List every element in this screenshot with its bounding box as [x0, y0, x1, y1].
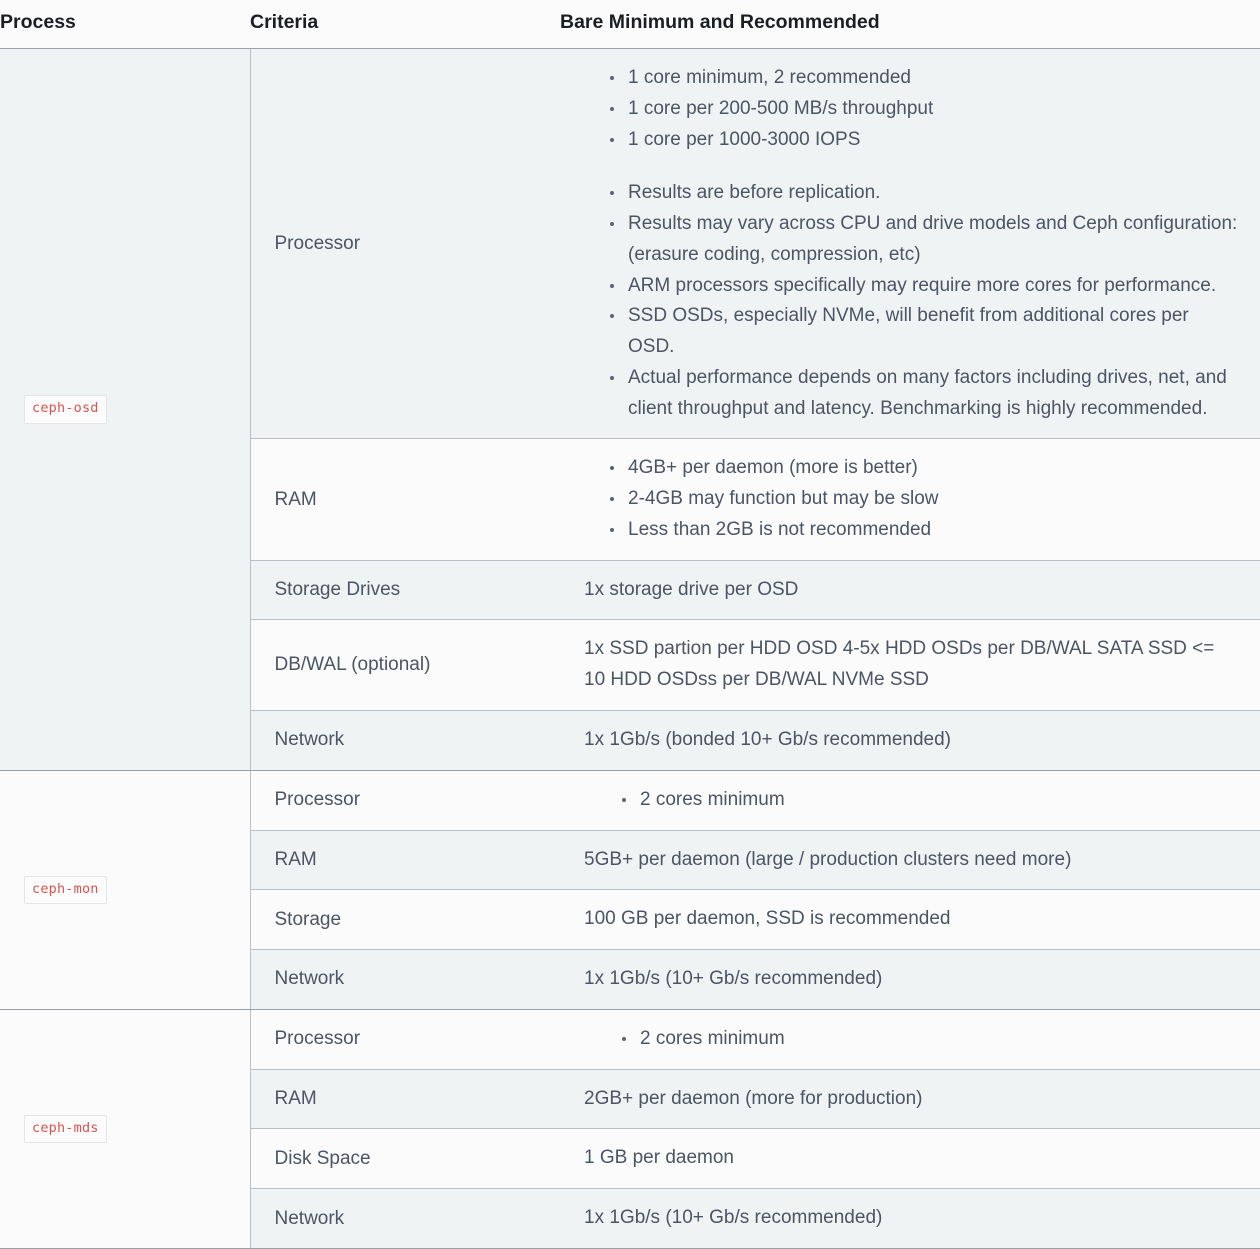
table-header-row: Process Criteria Bare Minimum and Recomm…	[0, 0, 1260, 49]
spec-list-item: Results may vary across CPU and drive mo…	[610, 209, 1238, 271]
hardware-recommendations-table: Process Criteria Bare Minimum and Recomm…	[0, 0, 1260, 1249]
criteria-cell: Disk Space	[249, 1128, 560, 1189]
spec-text: 5GB+ per daemon (large / production clus…	[584, 848, 1072, 870]
spec-list: 4GB+ per daemon (more is better) 2-4GB ma…	[584, 453, 1238, 545]
spec-text: 1 GB per daemon	[584, 1147, 734, 1169]
criteria-cell: RAM	[249, 1068, 560, 1129]
criteria-cell: Storage Drives	[249, 559, 560, 620]
process-cell-ceph-osd: ceph-osd	[0, 48, 250, 771]
process-cell-ceph-mds: ceph-mds	[0, 1009, 250, 1249]
spec-list: 2 cores minimum	[584, 1024, 1238, 1055]
criteria-cell: DB/WAL (optional)	[249, 619, 560, 711]
spec-text: 1x 1Gb/s (bonded 10+ Gb/s recommended)	[584, 729, 952, 751]
spec-cell: 4GB+ per daemon (more is better) 2-4GB ma…	[560, 438, 1260, 561]
spec-list-item: Actual performance depends on many facto…	[610, 363, 1238, 425]
criteria-cell: Processor	[249, 48, 560, 439]
criteria-cell: Network	[249, 710, 560, 771]
spec-cell: 100 GB per daemon, SSD is recommended	[560, 889, 1260, 950]
spec-list-item: 2-4GB may function but may be slow	[610, 484, 1238, 515]
spec-cell: 5GB+ per daemon (large / production clus…	[560, 829, 1260, 890]
spec-cell: 1x 1Gb/s (bonded 10+ Gb/s recommended)	[560, 710, 1260, 771]
spec-text: 1x 1Gb/s (10+ Gb/s recommended)	[584, 1207, 883, 1229]
column-header-criteria: Criteria	[250, 0, 560, 49]
process-code-badge: ceph-mon	[24, 875, 107, 905]
criteria-cell: Storage	[249, 889, 560, 950]
spec-text: 2GB+ per daemon (more for production)	[584, 1087, 923, 1109]
process-code-badge: ceph-osd	[24, 395, 107, 424]
spec-list-item: ARM processors specifically may require …	[610, 271, 1238, 302]
spec-cell: 2GB+ per daemon (more for production)	[560, 1068, 1260, 1129]
spec-text: 1x 1Gb/s (10+ Gb/s recommended)	[584, 968, 883, 990]
criteria-cell: Network	[249, 949, 560, 1010]
table-row: ceph-mds Processor 2 cores minimum	[0, 1009, 1260, 1249]
spec-list-item: SSD OSDs, especially NVMe, will benefit …	[610, 301, 1238, 363]
spec-list-item: 1 core minimum, 2 recommended	[610, 63, 1238, 94]
criteria-cell: Processor	[249, 1009, 560, 1070]
spec-list-item: 1 core per 200-500 MB/s throughput	[610, 94, 1238, 125]
column-header-process: Process	[0, 0, 250, 49]
spec-list-item: 4GB+ per daemon (more is better)	[610, 453, 1238, 484]
spec-list-item: Results are before replication.	[610, 178, 1238, 209]
spec-cell: 1 GB per daemon	[560, 1128, 1260, 1189]
process-code-badge: ceph-mds	[24, 1114, 107, 1144]
spec-cell: 1x SSD partion per HDD OSD 4-5x HDD OSDs…	[560, 619, 1260, 711]
table-row: ceph-mon Processor 2 cores minimum	[0, 770, 1260, 1010]
spec-cell: 2 cores minimum	[560, 1009, 1260, 1070]
spec-cell: 1x storage drive per OSD	[560, 559, 1260, 620]
spec-list-item: 2 cores minimum	[622, 785, 1238, 816]
spec-cell: 1x 1Gb/s (10+ Gb/s recommended)	[560, 1188, 1260, 1249]
spec-text: 100 GB per daemon, SSD is recommended	[584, 908, 951, 930]
spec-cell: 2 cores minimum	[560, 770, 1260, 831]
criteria-cell: RAM	[249, 829, 560, 890]
spec-list-item: Less than 2GB is not recommended	[610, 515, 1238, 546]
process-cell-ceph-mon: ceph-mon	[0, 770, 250, 1010]
spec-text: 1x SSD partion per HDD OSD 4-5x HDD OSDs…	[584, 638, 1215, 691]
table-row: ceph-osd Processor 1 core minimum, 2 recom…	[0, 48, 1260, 771]
spec-cell: 1 core minimum, 2 recommended 1 core per …	[560, 48, 1260, 439]
criteria-cell: Network	[249, 1188, 560, 1249]
table-header: Process Criteria Bare Minimum and Recomm…	[0, 0, 1260, 49]
criteria-cell: Processor	[249, 770, 560, 831]
spec-list-item: 2 cores minimum	[622, 1024, 1238, 1055]
table-body: ceph-osd Processor 1 core minimum, 2 recom…	[0, 48, 1260, 1249]
spec-list: 2 cores minimum	[584, 785, 1238, 816]
spec-list-item: 1 core per 1000-3000 IOPS	[610, 125, 1238, 156]
spec-cell: 1x 1Gb/s (10+ Gb/s recommended)	[560, 949, 1260, 1010]
criteria-cell: RAM	[249, 438, 560, 561]
spec-list: 1 core minimum, 2 recommended 1 core per …	[584, 63, 1238, 424]
column-header-spec: Bare Minimum and Recommended	[560, 0, 1260, 49]
spec-text: 1x storage drive per OSD	[584, 578, 799, 600]
